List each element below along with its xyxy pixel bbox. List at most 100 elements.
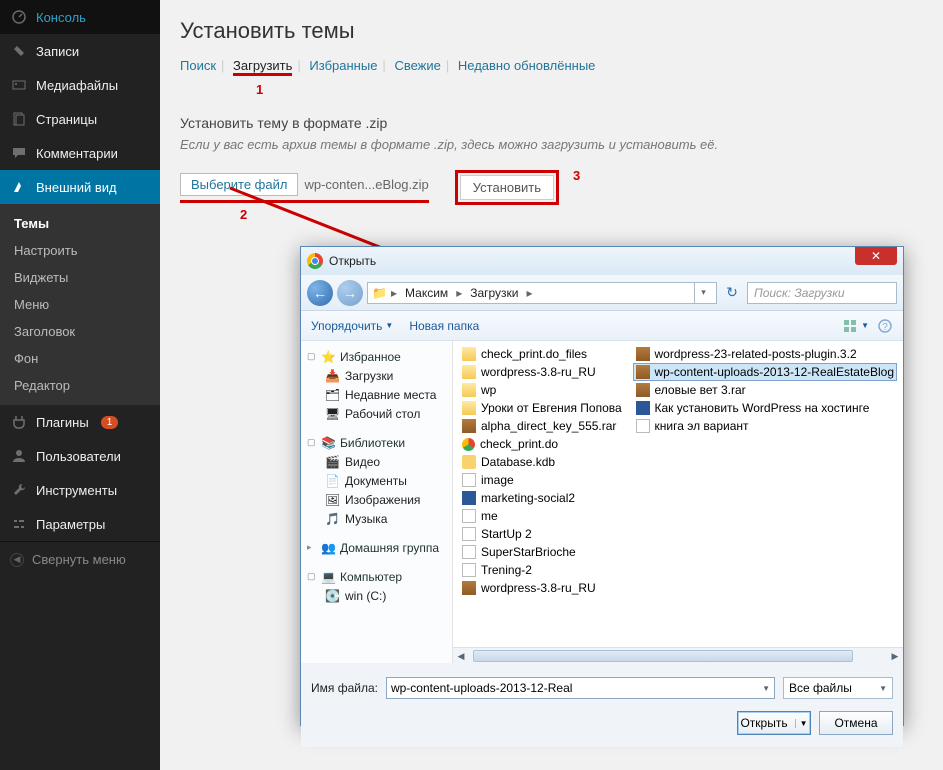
filename-input[interactable]: wp-content-uploads-2013-12-Real▼ bbox=[386, 677, 775, 699]
help-button[interactable]: ? bbox=[877, 318, 893, 334]
breadcrumb-dropdown[interactable]: ▾ bbox=[694, 283, 712, 303]
file-item[interactable]: wp-content-uploads-2013-12-RealEstateBlo… bbox=[633, 363, 897, 381]
subitem-widgets[interactable]: Виджеты bbox=[0, 264, 160, 291]
file-item[interactable]: image bbox=[459, 471, 633, 489]
file-item[interactable]: me bbox=[459, 507, 633, 525]
toolbar-organize[interactable]: Упорядочить ▼ bbox=[311, 319, 393, 333]
search-input[interactable]: Поиск: Загрузки bbox=[747, 282, 897, 304]
file-item[interactable]: еловые вет 3.rar bbox=[633, 381, 897, 399]
chosen-filename: wp-conten...eBlog.zip bbox=[304, 177, 428, 192]
sidebar-item-plugins[interactable]: Плагины1 bbox=[0, 405, 160, 439]
file-item[interactable]: alpha_direct_key_555.rar bbox=[459, 417, 633, 435]
choose-file-button[interactable]: Выберите файл bbox=[180, 173, 298, 196]
breadcrumb-part[interactable]: Максим bbox=[401, 286, 452, 300]
sidebar-label: Инструменты bbox=[36, 483, 117, 498]
refresh-button[interactable]: ↻ bbox=[721, 282, 743, 304]
tree-desktop[interactable]: 🖥Рабочий стол bbox=[305, 404, 448, 423]
file-item[interactable]: wp bbox=[459, 381, 633, 399]
tree-label: Музыка bbox=[345, 512, 387, 526]
svg-text:?: ? bbox=[882, 322, 888, 333]
tree-computer[interactable]: ▢💻Компьютер bbox=[305, 567, 448, 586]
breadcrumb-part[interactable]: Загрузки bbox=[466, 286, 522, 300]
cancel-button[interactable]: Отмена bbox=[819, 711, 893, 735]
dialog-titlebar[interactable]: Открыть ✕ bbox=[301, 247, 903, 275]
dialog-close-button[interactable]: ✕ bbox=[855, 247, 897, 265]
subitem-editor[interactable]: Редактор bbox=[0, 372, 160, 399]
tree-images[interactable]: 🖼Изображения bbox=[305, 490, 448, 509]
scroll-right[interactable]: ▶ bbox=[887, 648, 903, 663]
sidebar-label: Пользователи bbox=[36, 449, 121, 464]
file-item[interactable]: check_print.do bbox=[459, 435, 633, 453]
sidebar-item-appearance[interactable]: Внешний вид bbox=[0, 170, 160, 204]
sidebar-item-pages[interactable]: Страницы bbox=[0, 102, 160, 136]
sidebar-item-posts[interactable]: Записи bbox=[0, 34, 160, 68]
subitem-header[interactable]: Заголовок bbox=[0, 318, 160, 345]
tab-search[interactable]: Поиск bbox=[180, 58, 216, 73]
tab-featured[interactable]: Избранные bbox=[309, 58, 377, 73]
annotation-2: 2 bbox=[240, 207, 923, 222]
view-mode-button[interactable]: ▼ bbox=[842, 318, 869, 334]
tab-upload[interactable]: Загрузить bbox=[233, 58, 292, 76]
nav-back-button[interactable]: ← bbox=[307, 280, 333, 306]
sidebar-appearance-submenu: Темы Настроить Виджеты Меню Заголовок Фо… bbox=[0, 204, 160, 405]
tree-video[interactable]: 🎬 Видео bbox=[305, 452, 448, 471]
file-item[interactable]: wordpress-23-related-posts-plugin.3.2 bbox=[633, 345, 897, 363]
sidebar-item-media[interactable]: Медиафайлы bbox=[0, 68, 160, 102]
document-icon: 📄 bbox=[325, 473, 340, 488]
tree-favorites[interactable]: ▢⭐Избранное bbox=[305, 347, 448, 366]
subitem-menus[interactable]: Меню bbox=[0, 291, 160, 318]
tree-drive-c[interactable]: 💽win (C:) bbox=[305, 586, 448, 605]
scroll-left[interactable]: ◀ bbox=[453, 648, 469, 663]
tree-music[interactable]: 🎵Музыка bbox=[305, 509, 448, 528]
install-button[interactable]: Установить bbox=[460, 175, 554, 200]
toolbar-newfolder[interactable]: Новая папка bbox=[409, 319, 479, 333]
subitem-customize[interactable]: Настроить bbox=[0, 237, 160, 264]
file-item[interactable]: Как установить WordPress на хостинге bbox=[633, 399, 897, 417]
file-item[interactable]: Database.kdb bbox=[459, 453, 633, 471]
tree-label: Видео bbox=[345, 455, 380, 469]
tree-homegroup[interactable]: ▸👥Домашняя группа bbox=[305, 538, 448, 557]
sidebar-item-users[interactable]: Пользователи bbox=[0, 439, 160, 473]
tab-newest[interactable]: Свежие bbox=[394, 58, 440, 73]
file-list[interactable]: check_print.do_fileswordpress-3.8-ru_RUw… bbox=[453, 341, 903, 663]
tree-libraries[interactable]: ▢📚Библиотеки bbox=[305, 433, 448, 452]
sidebar-item-tools[interactable]: Инструменты bbox=[0, 473, 160, 507]
nav-forward-button[interactable]: → bbox=[337, 280, 363, 306]
tree-downloads[interactable]: 📥Загрузки bbox=[305, 366, 448, 385]
tree-recent[interactable]: 🗂Недавние места bbox=[305, 385, 448, 404]
sidebar-item-console[interactable]: Консоль bbox=[0, 0, 160, 34]
file-name: wordpress-3.8-ru_RU bbox=[481, 365, 596, 379]
dialog-toolbar: Упорядочить ▼ Новая папка ▼ ? bbox=[301, 311, 903, 341]
subitem-themes[interactable]: Темы bbox=[0, 210, 160, 237]
scroll-thumb[interactable] bbox=[473, 650, 853, 662]
file-item[interactable]: Уроки от Евгения Попова bbox=[459, 399, 633, 417]
sidebar-label: Комментарии bbox=[36, 146, 118, 161]
file-item[interactable]: marketing-social2 bbox=[459, 489, 633, 507]
tree-documents[interactable]: 📄Документы bbox=[305, 471, 448, 490]
sidebar-item-settings[interactable]: Параметры bbox=[0, 507, 160, 541]
tree-label: Компьютер bbox=[340, 570, 402, 584]
file-item[interactable]: wordpress-3.8-ru_RU bbox=[459, 579, 633, 597]
file-item[interactable]: StartUp 2 bbox=[459, 525, 633, 543]
subitem-background[interactable]: Фон bbox=[0, 345, 160, 372]
open-button[interactable]: Открыть▼ bbox=[737, 711, 811, 735]
dialog-body: ▢⭐Избранное 📥Загрузки 🗂Недавние места 🖥Р… bbox=[301, 341, 903, 663]
sidebar-item-comments[interactable]: Комментарии bbox=[0, 136, 160, 170]
file-item[interactable]: Trening-2 bbox=[459, 561, 633, 579]
breadcrumb[interactable]: 📁 ▸ Максим ▸ Загрузки ▸ ▾ bbox=[367, 282, 717, 304]
video-icon: 🎬 bbox=[325, 454, 340, 469]
file-item[interactable]: check_print.do_files bbox=[459, 345, 633, 363]
collapse-menu[interactable]: ◀Свернуть меню bbox=[0, 541, 160, 577]
annotation-1: 1 bbox=[256, 82, 923, 97]
folder-tree[interactable]: ▢⭐Избранное 📥Загрузки 🗂Недавние места 🖥Р… bbox=[301, 341, 453, 663]
plugin-update-badge: 1 bbox=[101, 416, 119, 429]
hscrollbar[interactable]: ◀ ▶ bbox=[453, 647, 903, 663]
file-name: Database.kdb bbox=[481, 455, 555, 469]
filetype-select[interactable]: Все файлы▼ bbox=[783, 677, 893, 699]
file-item[interactable]: wordpress-3.8-ru_RU bbox=[459, 363, 633, 381]
file-item[interactable]: SuperStarBrioche bbox=[459, 543, 633, 561]
file-name: Уроки от Евгения Попова bbox=[481, 401, 622, 415]
file-item[interactable]: книга эл вариант bbox=[633, 417, 897, 435]
filename-label: Имя файла: bbox=[311, 681, 378, 695]
tab-updated[interactable]: Недавно обновлённые bbox=[458, 58, 596, 73]
